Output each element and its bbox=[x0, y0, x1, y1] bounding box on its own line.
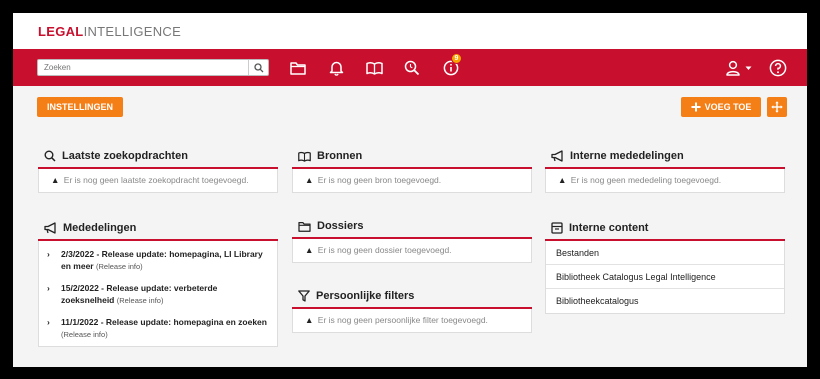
release-info-link[interactable]: (Release info) bbox=[117, 296, 164, 305]
folder-icon bbox=[290, 62, 306, 75]
news-title: 2/3/2022 - Release update: homepagina, L… bbox=[61, 249, 263, 271]
content-link[interactable]: Bibliotheek Catalogus Legal Intelligence bbox=[546, 265, 784, 289]
chevron-right-icon: › bbox=[47, 283, 50, 293]
logo[interactable]: LEGALINTELLIGENCE bbox=[38, 24, 181, 39]
search-button[interactable] bbox=[248, 60, 268, 75]
widget-header: Persoonlijke filters bbox=[292, 285, 532, 309]
news-list: › 2/3/2022 - Release update: homepagina,… bbox=[38, 241, 278, 347]
widget-title: Dossiers bbox=[317, 220, 364, 232]
widget-internal-news: Interne mededelingen ▲ Er is nog geen me… bbox=[545, 145, 785, 193]
warning-icon: ▲ bbox=[51, 175, 60, 185]
release-info-link[interactable]: (Release info) bbox=[61, 330, 108, 339]
add-widget-label: VOEG TOE bbox=[704, 102, 752, 112]
help-button[interactable] bbox=[769, 59, 787, 77]
user-icon bbox=[726, 60, 740, 76]
empty-message: ▲ Er is nog geen laatste zoekopdracht to… bbox=[38, 169, 278, 193]
empty-message: ▲ Er is nog geen bron toegevoegd. bbox=[292, 169, 532, 193]
warning-icon: ▲ bbox=[305, 315, 314, 325]
action-bar: INSTELLINGEN VOEG TOE bbox=[13, 86, 807, 122]
warning-icon: ▲ bbox=[305, 245, 314, 255]
empty-text: Er is nog geen mededeling toegevoegd. bbox=[570, 175, 722, 185]
widget-news: Mededelingen › 2/3/2022 - Release update… bbox=[38, 217, 278, 347]
empty-message: ▲ Er is nog geen mededeling toegevoegd. bbox=[545, 169, 785, 193]
dossiers-nav-button[interactable] bbox=[289, 59, 307, 77]
archive-icon bbox=[551, 222, 563, 234]
news-item[interactable]: › 11/1/2022 - Release update: homepagina… bbox=[39, 312, 277, 346]
empty-text: Er is nog geen bron toegevoegd. bbox=[317, 175, 442, 185]
widget-internal-content: Interne content Bestanden Bibliotheek Ca… bbox=[545, 217, 785, 314]
settings-button[interactable]: INSTELLINGEN bbox=[37, 97, 123, 117]
plus-icon bbox=[691, 102, 701, 112]
megaphone-icon bbox=[551, 150, 563, 162]
widget-header: Dossiers bbox=[292, 215, 532, 239]
internal-content-list: Bestanden Bibliotheek Catalogus Legal In… bbox=[545, 241, 785, 314]
widget-header: Interne mededelingen bbox=[545, 145, 785, 169]
move-icon bbox=[771, 101, 783, 113]
column-middle: Bronnen ▲ Er is nog geen bron toegevoegd… bbox=[292, 145, 532, 333]
empty-text: Er is nog geen laatste zoekopdracht toeg… bbox=[63, 175, 249, 185]
book-icon bbox=[365, 62, 383, 75]
notification-badge: 9 bbox=[451, 53, 462, 64]
widget-title: Bronnen bbox=[317, 150, 363, 162]
search-history-icon bbox=[404, 60, 420, 76]
search-icon bbox=[253, 62, 263, 72]
widget-title: Mededelingen bbox=[63, 222, 137, 234]
search-box bbox=[37, 59, 269, 76]
user-menu-button[interactable] bbox=[725, 59, 755, 77]
book-icon bbox=[298, 151, 311, 162]
news-item[interactable]: › 15/2/2022 - Release update: verbeterde… bbox=[39, 278, 277, 312]
search-input[interactable] bbox=[38, 60, 248, 75]
widget-header: Laatste zoekopdrachten bbox=[38, 145, 278, 169]
widget-title: Laatste zoekopdrachten bbox=[62, 150, 188, 162]
empty-message: ▲ Er is nog geen dossier toegevoegd. bbox=[292, 239, 532, 263]
move-widgets-button[interactable] bbox=[767, 97, 787, 117]
empty-text: Er is nog geen dossier toegevoegd. bbox=[317, 245, 452, 255]
news-item[interactable]: › 2/3/2022 - Release update: homepagina,… bbox=[39, 244, 277, 278]
empty-text: Er is nog geen persoonlijke filter toege… bbox=[317, 315, 488, 325]
logo-legal: LEGAL bbox=[38, 23, 84, 39]
brand-bar: LEGALINTELLIGENCE bbox=[13, 13, 807, 49]
widget-header: Interne content bbox=[545, 217, 785, 241]
help-icon bbox=[769, 59, 787, 77]
content-link[interactable]: Bibliotheekcatalogus bbox=[546, 289, 784, 313]
megaphone-icon bbox=[44, 222, 56, 234]
widget-recent-searches: Laatste zoekopdrachten ▲ Er is nog geen … bbox=[38, 145, 278, 193]
search-history-nav-button[interactable] bbox=[403, 59, 421, 77]
logo-intelligence: INTELLIGENCE bbox=[83, 23, 182, 39]
bell-icon bbox=[329, 61, 343, 76]
widget-title: Interne mededelingen bbox=[570, 150, 684, 162]
widget-personal-filters: Persoonlijke filters ▲ Er is nog geen pe… bbox=[292, 285, 532, 333]
news-title: 11/1/2022 - Release update: homepagina e… bbox=[61, 317, 267, 327]
widget-dossiers: Dossiers ▲ Er is nog geen dossier toegev… bbox=[292, 215, 532, 263]
empty-message: ▲ Er is nog geen persoonlijke filter toe… bbox=[292, 309, 532, 333]
caret-down-icon bbox=[745, 66, 752, 70]
sources-nav-button[interactable] bbox=[365, 59, 383, 77]
search-icon bbox=[44, 150, 56, 162]
widget-header: Mededelingen bbox=[38, 217, 278, 241]
column-left: Laatste zoekopdrachten ▲ Er is nog geen … bbox=[38, 145, 278, 347]
content-link[interactable]: Bestanden bbox=[546, 241, 784, 265]
folder-icon bbox=[298, 221, 311, 232]
notifications-nav-button[interactable] bbox=[327, 59, 345, 77]
release-info-link[interactable]: (Release info) bbox=[96, 262, 143, 271]
chevron-right-icon: › bbox=[47, 249, 50, 259]
main-nav-bar: 9 bbox=[13, 49, 807, 86]
add-widget-button[interactable]: VOEG TOE bbox=[681, 97, 761, 117]
filter-icon bbox=[298, 290, 310, 302]
info-nav-button[interactable]: 9 bbox=[442, 53, 462, 77]
chevron-right-icon: › bbox=[47, 317, 50, 327]
app-window: LEGALINTELLIGENCE 9 bbox=[13, 13, 807, 367]
widget-title: Persoonlijke filters bbox=[316, 290, 415, 302]
warning-icon: ▲ bbox=[305, 175, 314, 185]
column-right: Interne mededelingen ▲ Er is nog geen me… bbox=[545, 145, 785, 314]
warning-icon: ▲ bbox=[558, 175, 567, 185]
widget-header: Bronnen bbox=[292, 145, 532, 169]
widget-title: Interne content bbox=[569, 222, 649, 234]
widget-sources: Bronnen ▲ Er is nog geen bron toegevoegd… bbox=[292, 145, 532, 193]
